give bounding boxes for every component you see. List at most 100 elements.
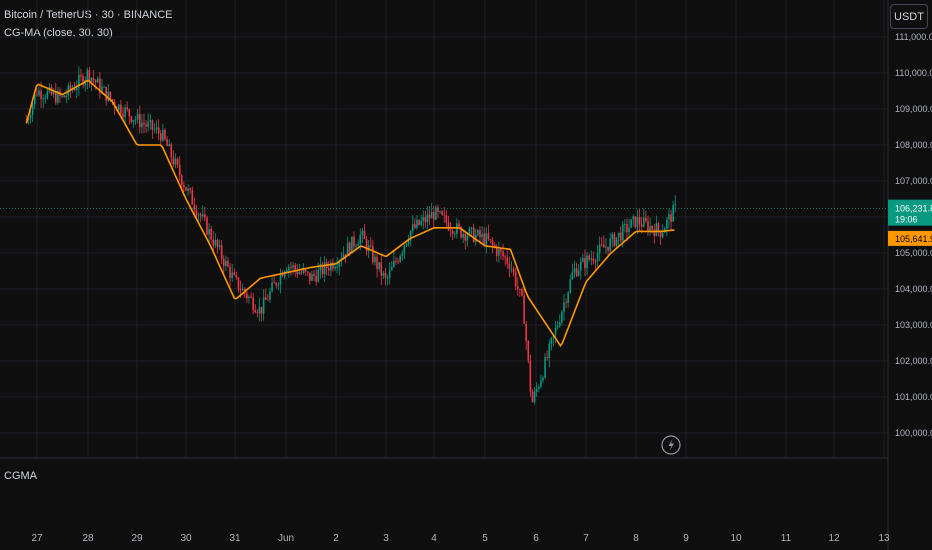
candle-body-61	[153, 129, 156, 131]
candle-body-128	[294, 265, 296, 270]
candle-body-184	[411, 224, 414, 231]
candle-body-113	[262, 297, 265, 314]
candle-body-222	[491, 240, 494, 245]
candle-body-75	[183, 185, 185, 188]
candle-body-235	[519, 288, 521, 290]
candle-body-105	[246, 293, 248, 299]
candle-body-178	[399, 255, 401, 262]
candle-body-276	[605, 246, 607, 248]
candle-body-254	[558, 322, 561, 326]
candle-body-154	[348, 242, 351, 254]
candle-body-294	[642, 217, 645, 227]
candle-body-233	[514, 272, 517, 287]
candle-body-189	[422, 217, 425, 221]
candle-body-271	[594, 261, 597, 262]
candle-body-226	[500, 249, 502, 252]
price-tick-1: 110,000.00	[895, 68, 932, 78]
lightning-icon[interactable]	[661, 435, 681, 455]
candle-body-111	[258, 306, 261, 314]
candle-body-261	[573, 268, 576, 273]
candle-body-245	[540, 380, 542, 388]
candle-body-136	[311, 274, 313, 281]
candle-body-234	[516, 286, 519, 289]
candle-body-82	[197, 214, 200, 216]
candle-body-279	[611, 234, 614, 239]
candle-body-257	[565, 302, 567, 304]
candle-body-270	[592, 258, 595, 262]
candle-body-132	[302, 269, 305, 273]
candle-body-83	[199, 214, 202, 217]
candle-body-170	[382, 272, 385, 276]
time-label-0: 27	[31, 533, 43, 544]
candle-body-172	[386, 277, 389, 279]
price-tick-3: 108,000.00	[895, 140, 932, 150]
candle-body-274	[600, 244, 603, 246]
time-label-7: 3	[383, 533, 389, 544]
price-chart[interactable]: 111,000.00 110,000.00 109,000.00 108,000.00…	[0, 0, 932, 550]
candle-body-85	[204, 214, 206, 218]
candle-body-93	[220, 245, 223, 259]
candle-body-24	[75, 87, 78, 91]
candle-body-216	[479, 230, 481, 238]
candle-body-213	[472, 227, 475, 242]
candle-body-305	[666, 219, 668, 229]
candle-body-259	[569, 279, 572, 293]
candle-body-9	[44, 98, 47, 99]
candle-body-181	[405, 243, 408, 246]
candle-body-29	[86, 70, 89, 81]
candle-body-256	[563, 302, 565, 312]
candle-body-72	[176, 158, 179, 165]
candle-body-53	[136, 114, 139, 120]
candle-body-7	[40, 90, 42, 99]
candle-body-267	[586, 255, 588, 269]
time-label-1: 28	[82, 533, 94, 544]
candle-body-94	[222, 258, 225, 267]
candle-body-239	[527, 340, 530, 361]
candle-body-118	[273, 282, 275, 284]
candle-body-289	[632, 216, 635, 220]
candle-body-8	[42, 98, 44, 100]
price-tick-0: 111,000.00	[895, 32, 932, 42]
candle-body-19	[65, 95, 68, 98]
candle-body-52	[134, 119, 137, 121]
candle-body-228	[504, 256, 506, 258]
price-tick-7: 103,000.00	[895, 320, 932, 330]
candle-body-84	[201, 214, 204, 217]
candle-body-34	[96, 78, 99, 83]
time-label-12: 8	[633, 533, 639, 544]
candle-body-47	[124, 107, 126, 117]
candle-body-166	[374, 256, 376, 263]
candle-body-190	[424, 217, 427, 223]
candle-body-98	[231, 272, 233, 278]
candle-body-217	[481, 233, 483, 238]
candle-body-229	[506, 257, 509, 264]
currency-button[interactable]: USDT	[890, 4, 928, 29]
candle-body-90	[214, 239, 217, 246]
candle-body-290	[634, 216, 637, 228]
candle-body-221	[489, 239, 492, 241]
candle-body-252	[554, 327, 557, 335]
candle-body-87	[208, 228, 210, 235]
candle-body-192	[428, 214, 431, 219]
candle-body-240	[529, 360, 532, 392]
candle-body-206	[458, 223, 460, 228]
candle-body-157	[355, 245, 357, 247]
candle-body-119	[275, 282, 278, 286]
candle-body-296	[647, 221, 649, 232]
candle-body-142	[323, 262, 326, 275]
candle-body-191	[426, 214, 429, 223]
candle-body-208	[462, 233, 464, 238]
candle-body-298	[651, 225, 653, 230]
candle-body-248	[546, 357, 548, 359]
candle-body-179	[401, 252, 404, 256]
candle-body-3	[31, 104, 34, 115]
candle-body-14	[54, 91, 57, 103]
candle-body-260	[571, 272, 574, 280]
candle-body-130	[298, 272, 301, 274]
candle-body-31	[90, 77, 93, 83]
price-tick-10: 100,000.00	[895, 428, 932, 438]
candle-body-13	[52, 91, 55, 95]
candle-body-176	[395, 260, 397, 262]
candle-body-201	[447, 222, 450, 230]
candle-body-68	[168, 144, 170, 147]
